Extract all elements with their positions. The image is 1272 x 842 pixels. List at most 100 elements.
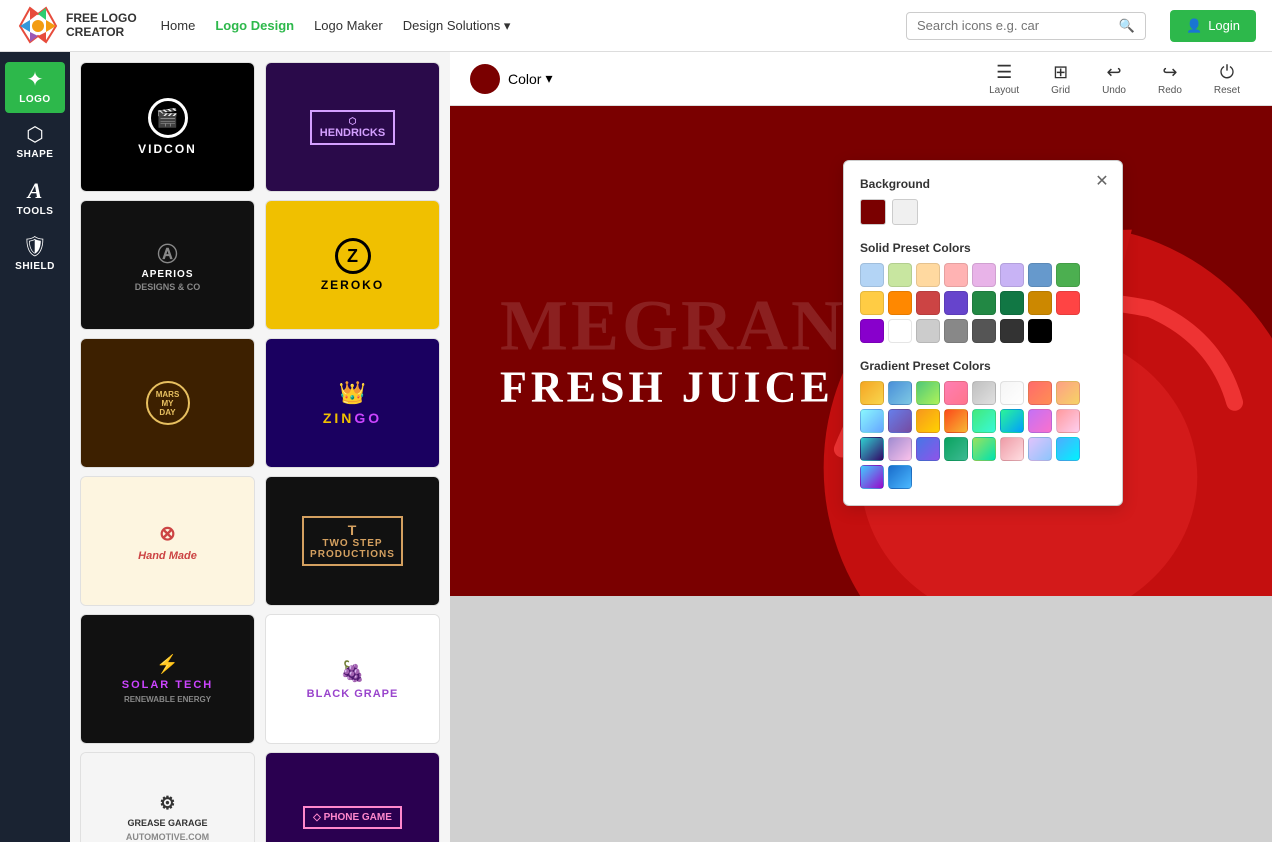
- reset-label: Reset: [1214, 85, 1240, 96]
- color-picker-close[interactable]: ✕: [1092, 171, 1112, 191]
- solid-color-18[interactable]: [916, 319, 940, 343]
- layout-label: Layout: [989, 85, 1019, 96]
- solid-color-15[interactable]: [1056, 291, 1080, 315]
- solid-color-17[interactable]: [888, 319, 912, 343]
- brand-logo[interactable]: FREE LOGO CREATOR: [16, 4, 137, 48]
- gradient-color-14[interactable]: [1028, 409, 1052, 433]
- gradient-color-23[interactable]: [1056, 437, 1080, 461]
- solid-color-9[interactable]: [888, 291, 912, 315]
- solid-color-14[interactable]: [1028, 291, 1052, 315]
- gradient-color-9[interactable]: [888, 409, 912, 433]
- sidebar-item-tools[interactable]: A TOOLS: [5, 172, 65, 225]
- solid-color-8[interactable]: [860, 291, 884, 315]
- solid-color-2[interactable]: [916, 263, 940, 287]
- logo-row-3: MARSMYDAY 👑 ZINGO: [80, 338, 440, 468]
- solid-color-19[interactable]: [944, 319, 968, 343]
- gradient-color-12[interactable]: [972, 409, 996, 433]
- solid-color-16[interactable]: [860, 319, 884, 343]
- grid-button[interactable]: ⊞ Grid: [1039, 58, 1082, 100]
- left-sidebar: ✦ LOGO ⬡ SHAPE A TOOLS 🛡 SHIELD: [0, 52, 70, 842]
- gradient-color-13[interactable]: [1000, 409, 1024, 433]
- search-bar: 🔍: [906, 12, 1146, 40]
- redo-label: Redo: [1158, 85, 1182, 96]
- main-layout: ✦ LOGO ⬡ SHAPE A TOOLS 🛡 SHIELD 🎬 VIDCON: [0, 52, 1272, 842]
- search-input[interactable]: [917, 18, 1111, 33]
- gradient-color-18[interactable]: [916, 437, 940, 461]
- gradient-color-19[interactable]: [944, 437, 968, 461]
- gradient-color-6[interactable]: [1028, 381, 1052, 405]
- nav-logo-maker[interactable]: Logo Maker: [314, 18, 383, 33]
- gradient-color-20[interactable]: [972, 437, 996, 461]
- logo-card-vidcon[interactable]: 🎬 VIDCON: [80, 62, 255, 192]
- redo-button[interactable]: ↪ Redo: [1146, 58, 1194, 100]
- solid-color-13[interactable]: [1000, 291, 1024, 315]
- solid-color-0[interactable]: [860, 263, 884, 287]
- gradient-color-25[interactable]: [888, 465, 912, 489]
- layout-button[interactable]: ☰ Layout: [977, 58, 1031, 100]
- gradient-color-3[interactable]: [944, 381, 968, 405]
- gradient-color-2[interactable]: [916, 381, 940, 405]
- gradient-color-24[interactable]: [860, 465, 884, 489]
- solid-color-11[interactable]: [944, 291, 968, 315]
- logo-card-zingo[interactable]: 👑 ZINGO: [265, 338, 440, 468]
- gradient-color-17[interactable]: [888, 437, 912, 461]
- logo-card-solartech[interactable]: ⚡ SOLAR TECH RENEWABLE ENERGY: [80, 614, 255, 744]
- solid-color-7[interactable]: [1056, 263, 1080, 287]
- logo-card-aperios[interactable]: Ⓐ APERIOS DESIGNS & CO: [80, 200, 255, 330]
- color-dropdown-trigger[interactable]: Color ▾: [508, 70, 553, 87]
- color-swatch[interactable]: [470, 64, 500, 94]
- gradient-color-0[interactable]: [860, 381, 884, 405]
- undo-button[interactable]: ↩ Undo: [1090, 58, 1138, 100]
- nav-design-solutions[interactable]: Design Solutions: [403, 18, 511, 34]
- solid-color-grid: [860, 263, 1106, 343]
- gradient-color-11[interactable]: [944, 409, 968, 433]
- nav-logo-design[interactable]: Logo Design: [215, 18, 294, 33]
- logo-card-mars[interactable]: MARSMYDAY: [80, 338, 255, 468]
- redo-icon: ↪: [1162, 62, 1177, 83]
- solid-color-21[interactable]: [1000, 319, 1024, 343]
- gradient-color-15[interactable]: [1056, 409, 1080, 433]
- background-section-title: Background: [860, 177, 1106, 191]
- gradient-color-21[interactable]: [1000, 437, 1024, 461]
- solid-color-5[interactable]: [1000, 263, 1024, 287]
- user-icon: 👤: [1186, 18, 1202, 34]
- bg-swatch-dark-red[interactable]: [860, 199, 886, 225]
- logo-card-hendricks[interactable]: ⬡ HENDRICKS: [265, 62, 440, 192]
- solid-color-10[interactable]: [916, 291, 940, 315]
- gradient-color-16[interactable]: [860, 437, 884, 461]
- gradient-color-8[interactable]: [860, 409, 884, 433]
- solid-color-4[interactable]: [972, 263, 996, 287]
- solid-color-20[interactable]: [972, 319, 996, 343]
- gradient-color-5[interactable]: [1000, 381, 1024, 405]
- reset-button[interactable]: ⏻ Reset: [1202, 58, 1252, 100]
- logo-row-5: ⚡ SOLAR TECH RENEWABLE ENERGY 🍇 BLACK GR…: [80, 614, 440, 744]
- logo-card-blackgrape[interactable]: 🍇 BLACK GRAPE: [265, 614, 440, 744]
- logo-card-twostep[interactable]: T TWO STEP PRODUCTIONS: [265, 476, 440, 606]
- layout-icon: ☰: [996, 62, 1012, 83]
- login-button[interactable]: 👤 Login: [1170, 10, 1256, 42]
- logo-card-phonegame[interactable]: ◇ PHONE GAME: [265, 752, 440, 842]
- solid-section-title: Solid Preset Colors: [860, 241, 1106, 255]
- tools-icon: A: [28, 180, 43, 202]
- solid-color-12[interactable]: [972, 291, 996, 315]
- sidebar-item-shape[interactable]: ⬡ SHAPE: [5, 117, 65, 168]
- gradient-color-22[interactable]: [1028, 437, 1052, 461]
- logo-card-greasegate[interactable]: ⚙ GREASE GARAGE AUTOMOTIVE.COM: [80, 752, 255, 842]
- nav-home[interactable]: Home: [161, 18, 196, 33]
- gradient-color-4[interactable]: [972, 381, 996, 405]
- solid-color-1[interactable]: [888, 263, 912, 287]
- gradient-color-7[interactable]: [1056, 381, 1080, 405]
- sidebar-item-shield[interactable]: 🛡 SHIELD: [5, 229, 65, 280]
- logo-icon: ✦: [27, 70, 44, 90]
- solid-color-22[interactable]: [1028, 319, 1052, 343]
- gradient-color-1[interactable]: [888, 381, 912, 405]
- gradient-color-10[interactable]: [916, 409, 940, 433]
- sidebar-tools-label: TOOLS: [17, 206, 54, 217]
- solid-color-6[interactable]: [1028, 263, 1052, 287]
- logo-card-zeroko[interactable]: Z ZEROKO: [265, 200, 440, 330]
- bg-swatch-light[interactable]: [892, 199, 918, 225]
- color-label-text: Color: [508, 71, 541, 87]
- logo-card-handmade[interactable]: ⊗ Hand Made: [80, 476, 255, 606]
- sidebar-item-logo[interactable]: ✦ LOGO: [5, 62, 65, 113]
- solid-color-3[interactable]: [944, 263, 968, 287]
